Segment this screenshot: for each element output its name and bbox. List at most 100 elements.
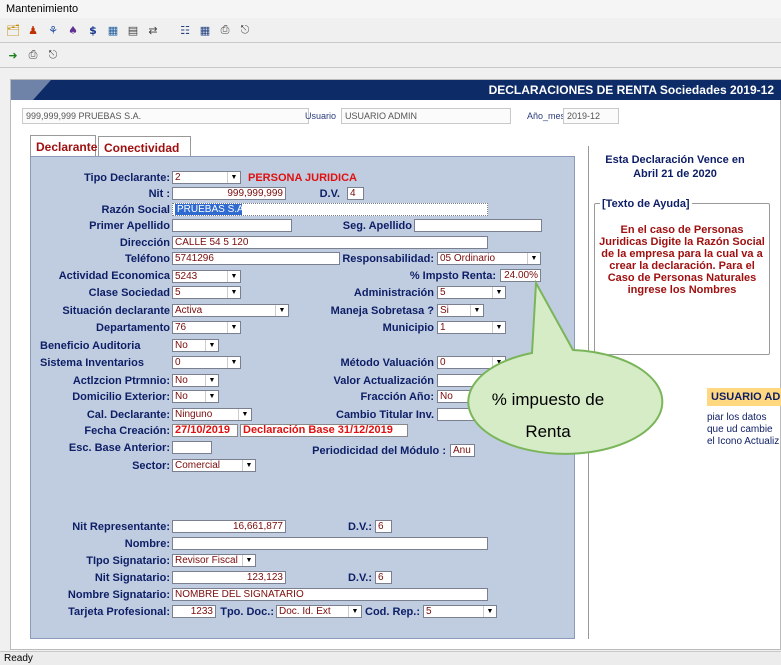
declaracion-base-value: Declaración Base 31/12/2019 xyxy=(240,424,408,437)
nit-representante-label: Nit Representante: xyxy=(72,521,170,533)
chevron-down-icon: ▼ xyxy=(227,271,240,282)
exit-icon[interactable]: ⎋ xyxy=(44,46,62,64)
beneficio-select[interactable]: No ▼ xyxy=(172,339,219,352)
usuario-adm-banner: USUARIO ADM xyxy=(707,388,781,406)
nombre-signatario-label: Nombre Signatario: xyxy=(67,589,170,601)
tab-conectividad[interactable]: Conectividad xyxy=(98,136,191,157)
municipio-select[interactable]: 1 ▼ xyxy=(437,321,506,334)
chevron-down-icon: ▼ xyxy=(470,305,483,316)
info-bar: 999,999,999 PRUEBAS S.A. Usuario USUARIO… xyxy=(11,102,621,128)
inventarios-select[interactable]: 0 ▼ xyxy=(172,356,241,369)
clase-sociedad-select[interactable]: 5 ▼ xyxy=(172,286,241,299)
impsto-renta-label: % Impsto Renta: xyxy=(409,270,496,282)
razon-social-input[interactable]: PRUEBAS S.A. xyxy=(172,203,488,216)
chevron-down-icon: ▼ xyxy=(492,287,505,298)
domicilio-label: Domicilio Exterior: xyxy=(72,391,170,403)
nit-representante-input[interactable]: 16,661,877 xyxy=(172,520,286,533)
tpo-doc-select[interactable]: Doc. Id. Ext ▼ xyxy=(276,605,362,618)
tipo-declarante-desc: PERSONA JURIDICA xyxy=(248,172,357,184)
tree-icon[interactable]: ☷ xyxy=(176,21,194,39)
people-icon[interactable]: ♟ xyxy=(24,21,42,39)
tipo-signatario-select[interactable]: Revisor Fiscal ▼ xyxy=(172,554,256,567)
cal-declarante-label: Cal. Declarante: xyxy=(86,409,170,421)
actividad-select[interactable]: 5243 ▼ xyxy=(172,270,241,283)
clase-sociedad-label: Clase Sociedad xyxy=(88,287,170,299)
chevron-down-icon: ▼ xyxy=(227,287,240,298)
chevron-down-icon: ▼ xyxy=(242,555,255,566)
dv2-input[interactable]: 6 xyxy=(375,520,392,533)
menu-mantenimiento[interactable]: Mantenimiento xyxy=(0,0,781,18)
user-search-icon[interactable]: ⚘ xyxy=(44,21,62,39)
tarjeta-profesional-label: Tarjeta Profesional: xyxy=(68,606,170,618)
dv3-input[interactable]: 6 xyxy=(375,571,392,584)
folder-open-icon[interactable]: 🗂 xyxy=(4,21,22,39)
razon-social-value: PRUEBAS S.A. xyxy=(175,204,242,215)
nombre-input[interactable] xyxy=(172,537,488,550)
impsto-renta-input[interactable]: 24.00% xyxy=(500,269,541,282)
situacion-select[interactable]: Activa ▼ xyxy=(172,304,289,317)
chevron-down-icon: ▼ xyxy=(227,172,240,183)
main-toolbar: 🗂 ♟ ⚘ ♠ $ ▦ ▤ ⇄ ☷ ▦ ⎙ ⎋ xyxy=(0,19,254,41)
telefono-input[interactable]: 5741296 xyxy=(172,252,340,265)
fraccion-label: Fracción Año: xyxy=(360,391,434,403)
sobretasa-select[interactable]: Si ▼ xyxy=(437,304,484,317)
nit-signatario-label: Nit Signatario: xyxy=(94,572,170,584)
primer-apellido-input[interactable] xyxy=(172,219,292,232)
sector-select[interactable]: Comercial ▼ xyxy=(172,459,256,472)
valor-actualizacion-label: Valor Actualización xyxy=(333,375,434,387)
nit-input[interactable]: 999,999,999 xyxy=(172,187,286,200)
transfer-icon[interactable]: ⇄ xyxy=(144,21,162,39)
periodicidad-label: Periodicidad del Módulo : xyxy=(312,445,446,457)
domicilio-select[interactable]: No ▼ xyxy=(172,390,219,403)
metodo-select[interactable]: 0 ▼ xyxy=(437,356,506,369)
esc-base-input[interactable] xyxy=(172,441,212,454)
printer-icon[interactable]: ⎙ xyxy=(216,21,234,39)
actlzcion-select[interactable]: No ▼ xyxy=(172,374,219,387)
company-display: 999,999,999 PRUEBAS S.A. xyxy=(22,108,309,124)
nit-signatario-input[interactable]: 123,123 xyxy=(172,571,286,584)
chevron-down-icon: ▼ xyxy=(227,322,240,333)
dv-input[interactable]: 4 xyxy=(347,187,364,200)
import-icon[interactable]: ➜ xyxy=(4,46,22,64)
cod-rep-select[interactable]: 5 ▼ xyxy=(423,605,497,618)
help-title: [Texto de Ayuda] xyxy=(600,198,692,210)
calculator-icon[interactable]: ▦ xyxy=(104,21,122,39)
tipo-declarante-select[interactable]: 2 ▼ xyxy=(172,171,241,184)
tarjeta-profesional-input[interactable]: 1233 xyxy=(172,605,216,618)
calendar-icon[interactable]: ▦ xyxy=(196,21,214,39)
dollar-icon[interactable]: $ xyxy=(84,21,102,39)
administracion-select[interactable]: 5 ▼ xyxy=(437,286,506,299)
chevron-down-icon: ▼ xyxy=(348,606,361,617)
chevron-down-icon: ▼ xyxy=(227,357,240,368)
printer-icon[interactable]: ⎙ xyxy=(24,46,42,64)
anomes-label: Año_mes xyxy=(527,111,566,121)
secondary-toolbar: ➜ ⎙ ⎋ xyxy=(0,44,62,66)
telefono-label: Teléfono xyxy=(124,253,170,265)
chevron-down-icon: ▼ xyxy=(492,322,505,333)
usuario-label: Usuario xyxy=(305,111,337,121)
seg-apellido-input[interactable] xyxy=(414,219,542,232)
actlzcion-label: Actlzcion Ptrmnio: xyxy=(72,375,170,387)
adm-notice: piar los datos que ud cambie el Icono Ac… xyxy=(707,412,779,448)
direccion-input[interactable]: CALLE 54 5 120 xyxy=(172,236,488,249)
nombre-signatario-input[interactable]: NOMBRE DEL SIGNATARIO xyxy=(172,588,488,601)
vence-line2: Abril 21 de 2020 xyxy=(633,168,717,180)
tab-declarante[interactable]: Declarante xyxy=(30,135,97,157)
document-icon[interactable]: ▤ xyxy=(124,21,142,39)
departamento-select[interactable]: 76 ▼ xyxy=(172,321,241,334)
dv2-label: D.V.: xyxy=(347,521,372,533)
tipo-signatario-label: TIpo Signatario: xyxy=(86,555,170,567)
chevron-down-icon: ▼ xyxy=(205,375,218,386)
responsabilidad-select[interactable]: 05 Ordinario ▼ xyxy=(437,252,541,265)
chevron-down-icon: ▼ xyxy=(492,357,505,368)
tpo-doc-label: Tpo. Doc.: xyxy=(220,606,274,618)
help-text: En el caso de Personas Juridicas Digite … xyxy=(599,224,765,296)
cal-declarante-select[interactable]: Ninguno ▼ xyxy=(172,408,252,421)
sobretasa-label: Maneja Sobretasa ? xyxy=(330,305,434,317)
chevron-down-icon: ▼ xyxy=(275,305,288,316)
inventarios-label: Sistema Inventarios xyxy=(40,357,144,369)
municipio-label: Municipio xyxy=(382,322,434,334)
cambio-titular-label: Cambio Titular Inv. xyxy=(336,409,434,421)
exit-icon[interactable]: ⎋ xyxy=(236,21,254,39)
users-icon[interactable]: ♠ xyxy=(64,21,82,39)
